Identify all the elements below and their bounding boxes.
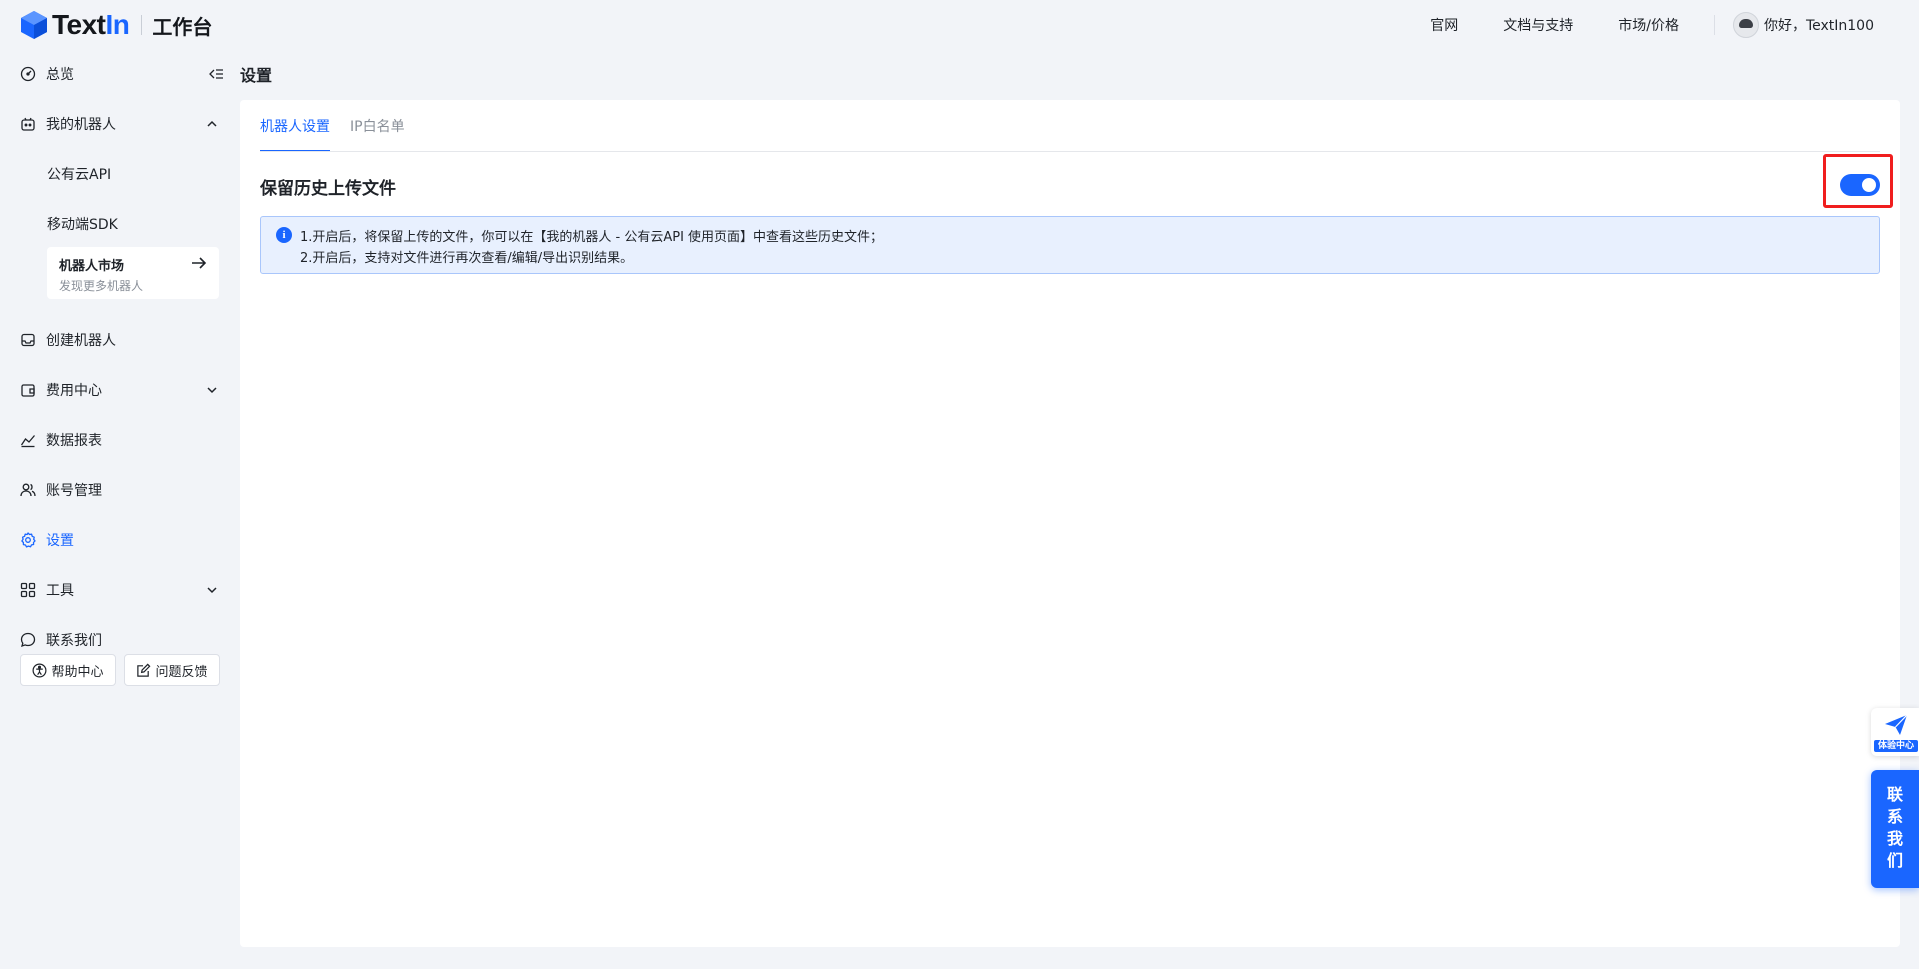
chevron-down-icon [207, 587, 217, 594]
top-header: TextIn 工作台 官网 文档与支持 市场/价格 你好，TextIn100 [0, 0, 1919, 50]
textin-logo-icon [21, 11, 47, 39]
grid-icon [20, 582, 36, 598]
toggle-knob [1861, 177, 1877, 193]
chat-bubble-icon [20, 632, 36, 648]
feedback-label: 问题反馈 [155, 664, 208, 680]
sidebar-item-overview[interactable]: 总览 [20, 56, 223, 92]
sidebar-item-create-robot[interactable]: 创建机器人 [20, 322, 220, 358]
user-menu[interactable]: 你好，TextIn100 [1732, 12, 1874, 38]
textin-logo[interactable]: TextIn 工作台 [20, 8, 212, 42]
sidebar-item-mobile-sdk[interactable]: 移动端SDK [47, 206, 118, 242]
workbench-title: 工作台 [152, 14, 213, 39]
tab-robot-settings[interactable]: 机器人设置 [260, 100, 330, 152]
logo-text-main: Text [52, 9, 106, 40]
robot-icon [20, 116, 36, 132]
paper-plane-icon [1885, 714, 1908, 735]
info-alert: i 1.开启后，将保留上传的文件，你可以在【我的机器人 - 公有云API 使用页… [260, 216, 1880, 274]
user-greeting: 你好，TextIn100 [1763, 18, 1874, 34]
info-icon: i [276, 227, 292, 243]
robot-market-desc: 发现更多机器人 [59, 279, 144, 293]
collapse-sidebar-icon[interactable] [208, 66, 224, 82]
sidebar-item-label: 总览 [46, 67, 74, 83]
contact-us-float-label: 联系我们 [1886, 785, 1903, 870]
sidebar-item-billing[interactable]: 费用中心 [20, 372, 220, 408]
info-line-1: 1.开启后，将保留上传的文件，你可以在【我的机器人 - 公有云API 使用页面】… [300, 230, 884, 245]
sidebar-item-label: 数据报表 [46, 433, 102, 449]
keep-history-toggle[interactable] [1840, 174, 1880, 196]
sidebar-item-settings[interactable]: 设置 [20, 522, 220, 558]
info-line-2: 2.开启后，支持对文件进行再次查看/编辑/导出识别结果。 [300, 251, 634, 266]
top-nav: 官网 文档与支持 市场/价格 你好，TextIn100 [1430, 0, 1919, 50]
sidebar-item-label: 工具 [46, 583, 74, 599]
nav-divider [1713, 15, 1715, 35]
sidebar-item-reports[interactable]: 数据报表 [20, 422, 220, 458]
tab-ip-whitelist[interactable]: IP白名单 [350, 100, 405, 152]
accessibility-icon [32, 663, 47, 677]
nav-market-pricing[interactable]: 市场/价格 [1618, 15, 1679, 35]
sidebar-item-label: 创建机器人 [46, 333, 116, 349]
dashboard-icon [20, 66, 36, 82]
sidebar-item-accounts[interactable]: 账号管理 [20, 472, 220, 508]
nav-official-site[interactable]: 官网 [1430, 15, 1458, 35]
help-center-button[interactable]: 帮助中心 [20, 654, 116, 686]
settings-panel: 机器人设置 IP白名单 保留历史上传文件 i 1.开启后，将保留上传的文件，你可… [240, 100, 1900, 947]
sidebar-item-public-api[interactable]: 公有云API [47, 156, 111, 192]
tabs-divider [260, 151, 1880, 152]
robot-market-card[interactable]: 机器人市场 发现更多机器人 [47, 247, 219, 299]
sidebar-item-label: 我的机器人 [46, 117, 116, 133]
settings-tabs: 机器人设置 IP白名单 [260, 100, 425, 152]
sidebar-item-label: 设置 [46, 533, 74, 549]
help-center-label: 帮助中心 [51, 664, 104, 680]
sidebar-item-label: 费用中心 [46, 383, 102, 399]
robot-market-title: 机器人市场 [59, 259, 125, 274]
sidebar-item-my-robots[interactable]: 我的机器人 [20, 106, 220, 142]
logo-text-accent: In [105, 9, 130, 40]
contact-us-float-button[interactable]: 联系我们 [1871, 770, 1919, 888]
sidebar-item-label: 联系我们 [46, 633, 102, 649]
sidebar: 总览 我的机器人 公有云API 移动端SDK 机器人市场 发现更多机器人 创建机… [0, 50, 230, 969]
gear-icon [20, 532, 36, 548]
wallet-icon [20, 382, 36, 398]
sidebar-item-label: 账号管理 [46, 483, 102, 499]
page-title: 设置 [240, 66, 273, 85]
feedback-button[interactable]: 问题反馈 [124, 654, 220, 686]
chart-icon [20, 432, 36, 448]
setting-title: 保留历史上传文件 [260, 179, 396, 199]
nav-docs-support[interactable]: 文档与支持 [1503, 15, 1573, 35]
chevron-down-icon [207, 387, 217, 394]
users-icon [20, 482, 36, 498]
sidebar-item-contact[interactable]: 联系我们 [20, 622, 220, 658]
chevron-up-icon [207, 120, 217, 127]
sidebar-item-tools[interactable]: 工具 [20, 572, 220, 608]
experience-center-label: 体验中心 [1874, 740, 1918, 752]
arrow-right-icon [192, 257, 207, 269]
experience-center-button[interactable]: 体验中心 [1871, 708, 1919, 756]
logo-divider [141, 15, 143, 35]
inbox-icon [20, 332, 36, 348]
avatar [1732, 12, 1759, 38]
edit-icon [137, 663, 151, 677]
